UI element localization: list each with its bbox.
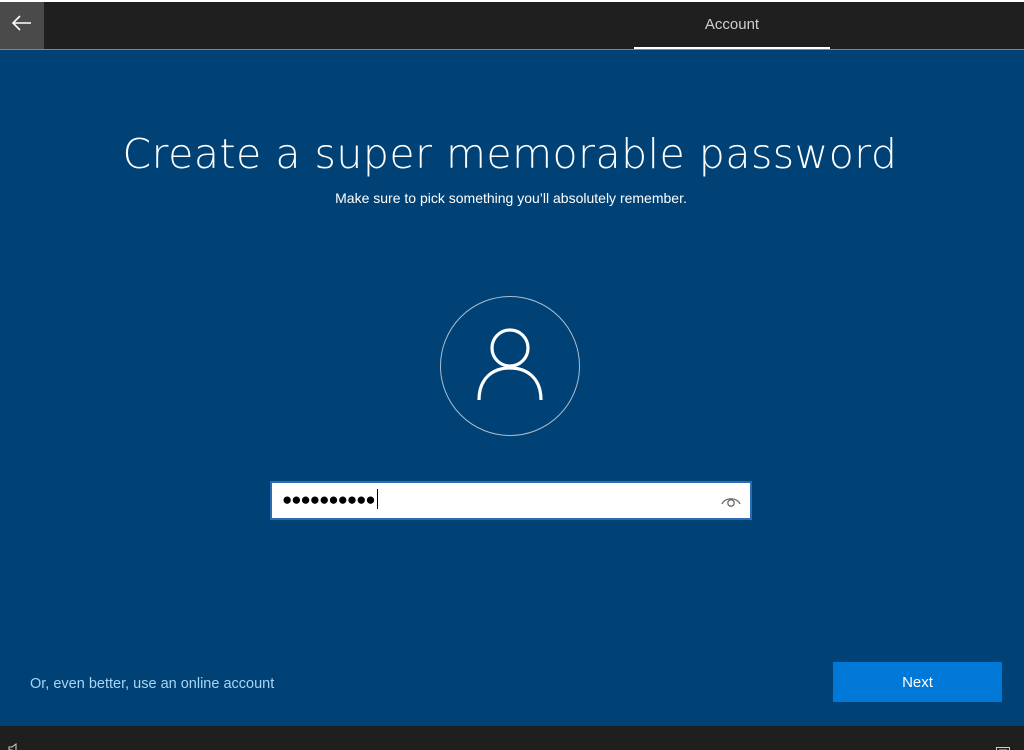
keyboard-icon[interactable] bbox=[996, 742, 1010, 750]
speaker-icon[interactable] bbox=[8, 740, 22, 750]
avatar bbox=[440, 296, 580, 436]
page-title: Create a super memorable password bbox=[122, 130, 898, 178]
arrow-left-icon bbox=[11, 15, 32, 36]
next-button[interactable]: Next bbox=[833, 662, 1002, 702]
back-button[interactable] bbox=[0, 2, 44, 49]
password-input[interactable]: ●●●●●●●●●● bbox=[270, 481, 752, 520]
taskbar bbox=[0, 726, 1024, 750]
page-subtitle: Make sure to pick something you’ll absol… bbox=[335, 190, 687, 206]
main-panel: Create a super memorable password Make s… bbox=[0, 49, 1024, 726]
top-bar: Account bbox=[0, 2, 1024, 49]
password-value: ●●●●●●●●●● bbox=[282, 489, 378, 511]
eye-icon[interactable] bbox=[720, 491, 742, 511]
tab-account: Account bbox=[634, 2, 830, 49]
online-account-link[interactable]: Or, even better, use an online account bbox=[30, 676, 274, 692]
user-icon bbox=[476, 326, 544, 407]
tab-account-label: Account bbox=[704, 16, 760, 33]
text-caret bbox=[376, 489, 378, 509]
oobe-screen: Account Create a super memorable passwor… bbox=[0, 0, 1024, 750]
